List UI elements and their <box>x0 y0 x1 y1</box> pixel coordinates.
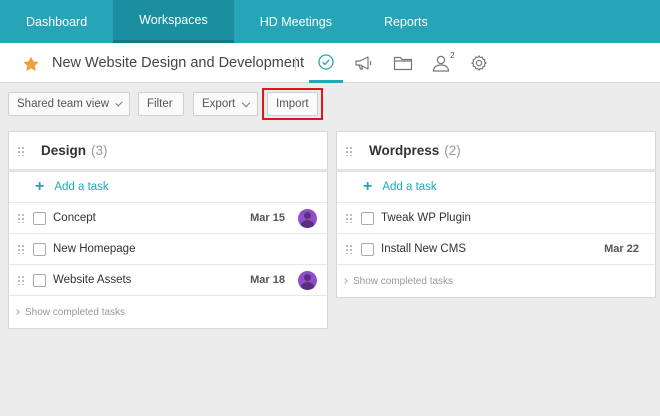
tab-members[interactable] <box>424 43 458 83</box>
import-highlight-frame <box>262 88 323 120</box>
drag-handle-icon[interactable] <box>345 145 353 156</box>
list-title[interactable]: Design <box>41 143 86 158</box>
view-selector-button[interactable]: Shared team view <box>8 92 130 116</box>
toolbar: Shared team view Filter Export Import <box>0 84 660 120</box>
task-row[interactable]: New Homepage <box>9 234 327 265</box>
tab-settings[interactable] <box>462 43 496 83</box>
nav-reports[interactable]: Reports <box>358 0 454 43</box>
gear-icon <box>471 55 487 71</box>
task-due-date: Mar 15 <box>250 212 285 224</box>
plus-icon: + <box>35 178 45 195</box>
top-navigation: Dashboard Workspaces HD Meetings Reports <box>0 0 660 43</box>
task-list-wordpress: Wordpress (2) + Add a task Tweak WP Plug… <box>336 131 656 298</box>
export-button[interactable]: Export <box>193 92 258 116</box>
task-row[interactable]: Website Assets Mar 18 <box>9 265 327 296</box>
drag-handle-icon[interactable] <box>17 275 25 285</box>
drag-handle-icon[interactable] <box>17 244 25 254</box>
task-checkbox[interactable] <box>33 211 46 225</box>
star-icon[interactable] <box>22 55 40 73</box>
drag-handle-icon[interactable] <box>345 244 353 254</box>
task-row[interactable]: Concept Mar 15 <box>9 203 327 234</box>
header-divider <box>295 57 296 71</box>
task-name[interactable]: Concept <box>53 212 96 224</box>
task-checkbox[interactable] <box>33 273 46 287</box>
task-name[interactable]: Tweak WP Plugin <box>381 212 471 224</box>
task-row[interactable]: Tweak WP Plugin <box>337 203 655 234</box>
nav-hd-meetings[interactable]: HD Meetings <box>234 0 358 43</box>
task-checkbox[interactable] <box>361 242 374 256</box>
nav-dashboard[interactable]: Dashboard <box>0 0 113 43</box>
show-completed-link[interactable]: Show completed tasks <box>337 265 655 297</box>
project-header: New Website Design and Development 2 <box>0 43 660 83</box>
add-task-button[interactable]: + Add a task <box>337 172 655 203</box>
chevron-right-icon <box>14 309 20 315</box>
assignee-avatar[interactable] <box>298 271 317 290</box>
filter-button[interactable]: Filter <box>138 92 184 116</box>
task-name[interactable]: Install New CMS <box>381 243 466 255</box>
chevron-right-icon <box>342 278 348 284</box>
project-title: New Website Design and Development <box>52 55 305 71</box>
assignee-avatar[interactable] <box>298 209 317 228</box>
drag-handle-icon[interactable] <box>17 145 25 156</box>
list-title[interactable]: Wordpress <box>369 143 439 158</box>
megaphone-icon <box>355 56 372 70</box>
members-count-badge: 2 <box>450 50 455 60</box>
task-due-date: Mar 22 <box>604 243 639 255</box>
list-count: (3) <box>91 143 108 158</box>
plus-icon: + <box>363 178 373 195</box>
task-checkbox[interactable] <box>33 242 46 256</box>
user-icon <box>432 55 450 72</box>
tab-announcements[interactable] <box>347 43 381 83</box>
task-due-date: Mar 18 <box>250 274 285 286</box>
tab-files[interactable] <box>386 43 420 83</box>
chevron-down-icon <box>241 98 251 107</box>
check-circle-icon <box>318 53 334 70</box>
tab-tasks[interactable] <box>309 43 343 83</box>
chevron-down-icon <box>115 98 123 107</box>
list-count: (2) <box>444 143 461 158</box>
list-header: Wordpress (2) <box>337 132 655 172</box>
drag-handle-icon[interactable] <box>345 213 353 223</box>
add-task-button[interactable]: + Add a task <box>9 172 327 203</box>
task-name[interactable]: Website Assets <box>53 274 131 286</box>
task-row[interactable]: Install New CMS Mar 22 <box>337 234 655 265</box>
task-list-design: Design (3) + Add a task Concept Mar 15 N… <box>8 131 328 329</box>
list-header: Design (3) <box>9 132 327 172</box>
folder-icon <box>393 56 413 71</box>
task-checkbox[interactable] <box>361 211 374 225</box>
drag-handle-icon[interactable] <box>17 213 25 223</box>
nav-workspaces[interactable]: Workspaces <box>113 0 234 43</box>
show-completed-link[interactable]: Show completed tasks <box>9 296 327 328</box>
task-name[interactable]: New Homepage <box>53 243 135 255</box>
